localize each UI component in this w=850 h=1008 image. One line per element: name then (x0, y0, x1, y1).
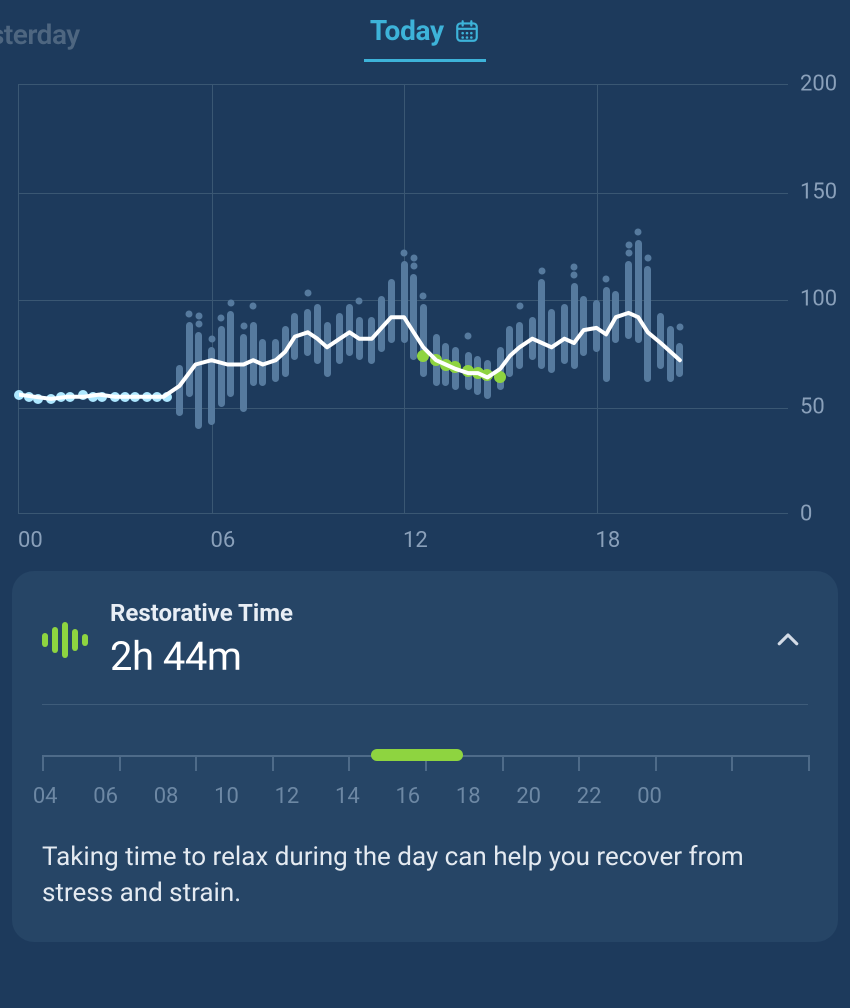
timeline-tick-label: 20 (516, 784, 586, 809)
restorative-segment (371, 749, 463, 761)
timeline-tick-label: 22 (577, 784, 647, 809)
x-tick-label: 18 (596, 528, 789, 553)
timeline-tick-label: 18 (456, 784, 526, 809)
pulse-icon (42, 622, 88, 658)
tab-yesterday[interactable]: sterday (0, 10, 100, 51)
heart-rate-chart[interactable]: 050100150200 00061218 (18, 84, 832, 553)
y-tick-label: 100 (800, 287, 837, 312)
chevron-up-icon (768, 620, 808, 660)
x-tick-label: 12 (403, 528, 596, 553)
y-tick-label: 150 (800, 179, 837, 204)
timeline-tick-label: 08 (154, 784, 224, 809)
timeline-tick-label: 12 (275, 784, 345, 809)
y-tick-label: 200 (800, 72, 837, 97)
restorative-timeline: 0406081012141618202200 (42, 749, 808, 799)
tab-today-label: Today (370, 14, 444, 47)
restorative-value: 2h 44m (110, 633, 746, 680)
tab-today[interactable]: Today (364, 10, 486, 62)
restorative-title: Restorative Time (110, 599, 746, 627)
timeline-tick-label: 10 (214, 784, 284, 809)
restorative-header[interactable]: Restorative Time 2h 44m (42, 571, 808, 705)
restorative-card: Restorative Time 2h 44m 0406081012141618… (12, 571, 838, 942)
restorative-description: Taking time to relax during the day can … (42, 839, 808, 912)
timeline-tick-label: 16 (395, 784, 465, 809)
timeline-tick-label: 14 (335, 784, 405, 809)
y-tick-label: 50 (800, 394, 825, 419)
timeline-tick-label: 06 (93, 784, 163, 809)
timeline-tick-label: 04 (33, 784, 103, 809)
calendar-icon (454, 18, 480, 44)
y-tick-label: 0 (800, 502, 812, 527)
x-tick-label: 00 (18, 528, 211, 553)
timeline-tick-label: 00 (637, 784, 707, 809)
x-tick-label: 06 (211, 528, 404, 553)
